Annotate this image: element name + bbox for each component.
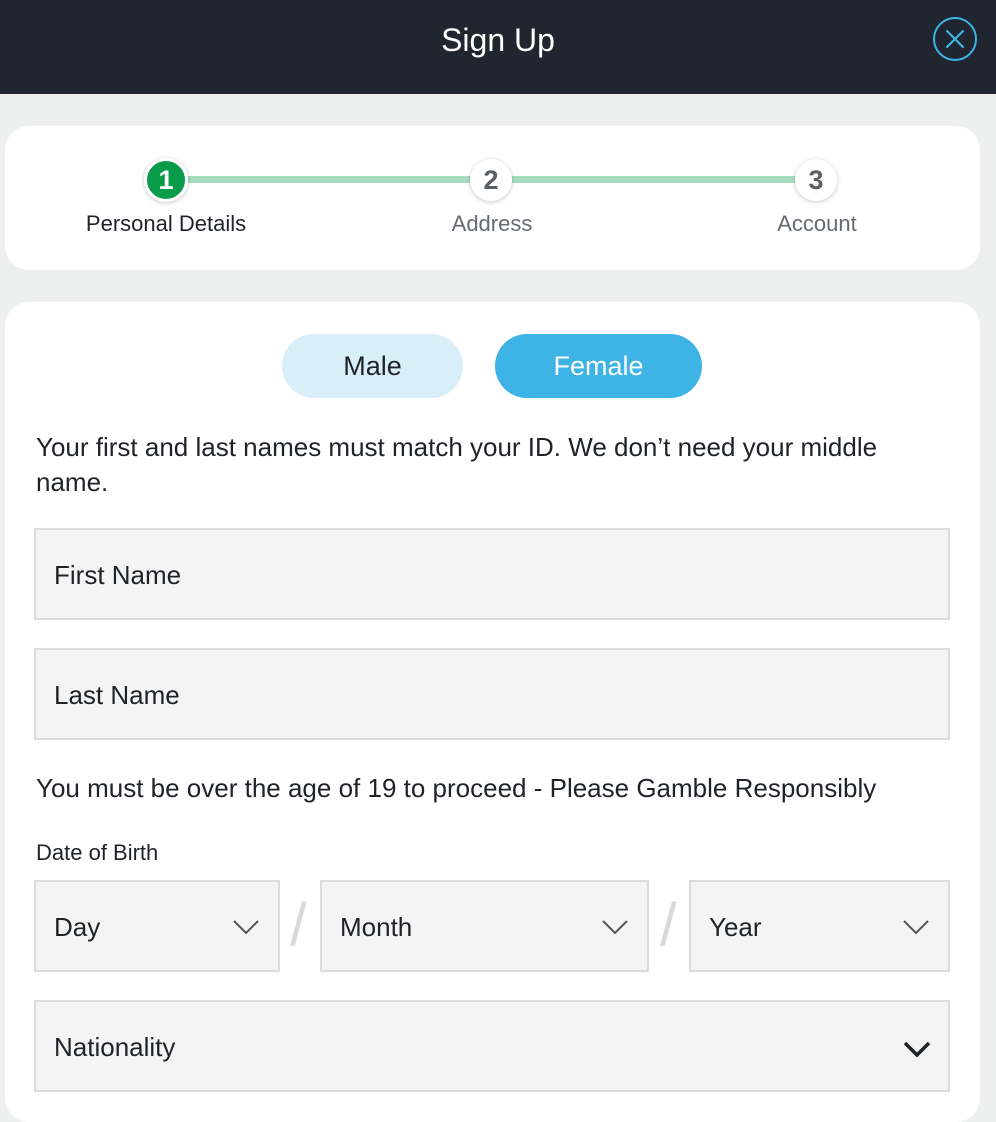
step-3-indicator: 3 [795, 159, 837, 201]
step-2-indicator: 2 [470, 159, 512, 201]
step-1-indicator: 1 [144, 158, 188, 202]
dob-month-value: Month [340, 912, 413, 942]
step-1-label: Personal Details [85, 211, 247, 236]
gender-male-button[interactable]: Male [282, 334, 463, 398]
dob-year-value: Year [709, 912, 762, 942]
dob-separator: / [660, 891, 677, 958]
first-name-input[interactable]: First Name [34, 528, 950, 620]
close-icon [945, 29, 965, 49]
name-notice: Your first and last names must match you… [36, 432, 878, 497]
step-3-label: Account [777, 211, 857, 236]
header-bar: Sign Up [0, 0, 996, 94]
gender-female-button[interactable]: Female [495, 334, 702, 398]
first-name-placeholder: First Name [54, 560, 182, 590]
close-button[interactable] [933, 17, 977, 61]
dob-label: Date of Birth [36, 840, 159, 865]
step-connector-1 [166, 176, 491, 183]
dob-month-select[interactable]: Month [320, 880, 649, 972]
dob-day-select[interactable]: Day [34, 880, 280, 972]
dob-day-value: Day [54, 912, 101, 942]
step-connector-2 [491, 176, 816, 183]
chevron-down-icon [233, 920, 259, 935]
chevron-down-icon [903, 1041, 931, 1058]
nationality-placeholder: Nationality [54, 1032, 176, 1062]
chevron-down-icon [903, 920, 929, 935]
dob-year-select[interactable]: Year [689, 880, 950, 972]
page-title: Sign Up [441, 22, 555, 58]
last-name-placeholder: Last Name [54, 680, 180, 710]
age-notice: You must be over the age of 19 to procee… [36, 773, 877, 803]
nationality-select[interactable]: Nationality [34, 1000, 950, 1092]
dob-separator: / [290, 891, 307, 958]
step-2-label: Address [451, 211, 533, 236]
chevron-down-icon [602, 920, 628, 935]
last-name-input[interactable]: Last Name [34, 648, 950, 740]
